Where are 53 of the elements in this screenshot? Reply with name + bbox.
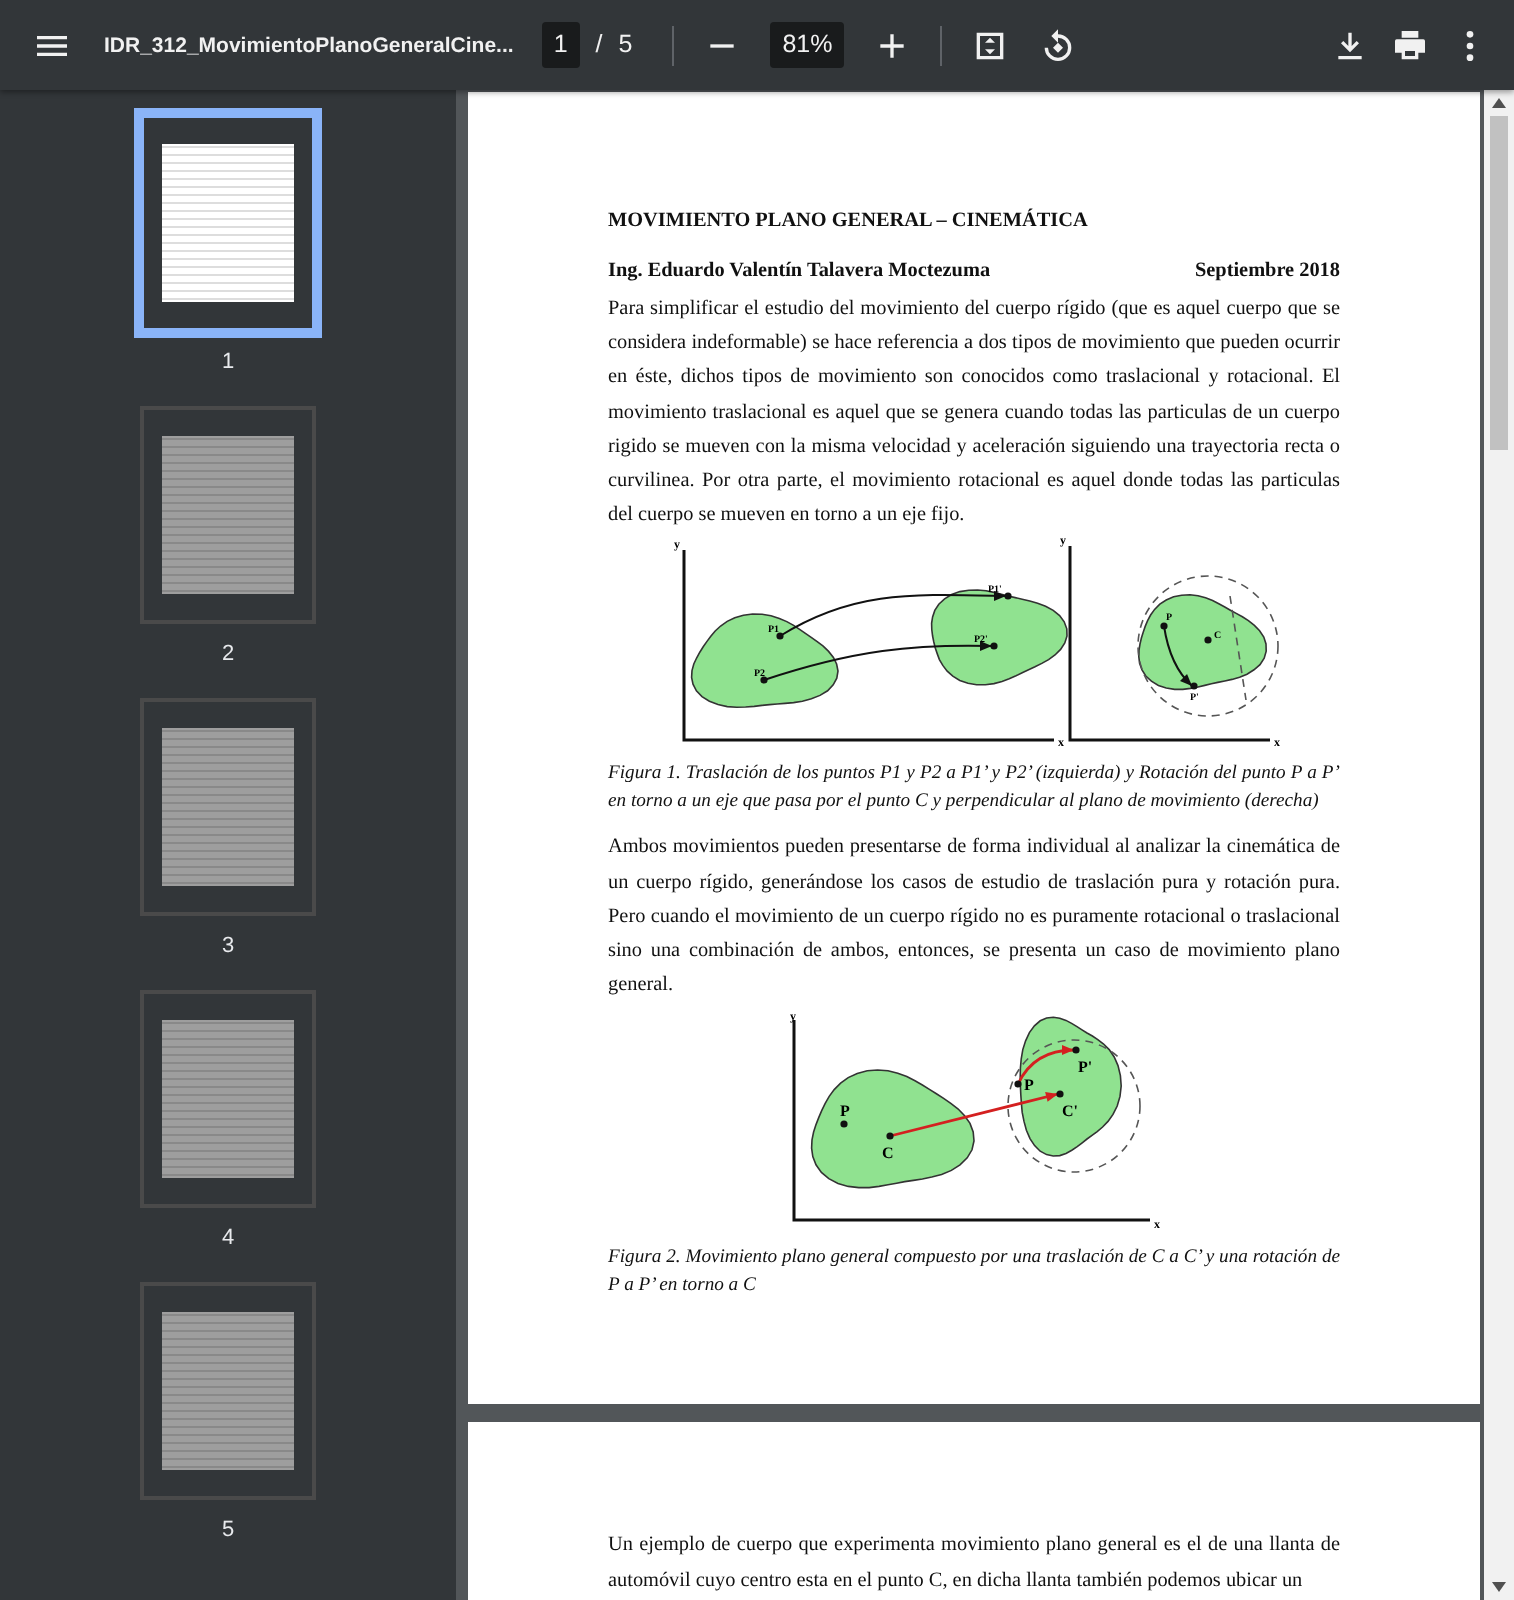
point-marker [1160,623,1168,631]
zoom-field[interactable]: 81% [770,22,845,68]
dashed-line [1229,596,1247,702]
point-marker [1014,1081,1022,1089]
paragraph: Para simplificar el estudio del movimiento del cuerpo rígido (que es aquel cuerpo que se considera indeformable) se hace referencia a dos tipos de movimiento que pueden ocurrir en éste, dichos tipos de movimiento son conocidos como traslacional y rotacional. El movimiento traslacional es aquel que se genera cuando todas las particulas de un cuerpo rigido se mueven con la misma velocidad y aceleración siguiendo una trayectoria recta o curvilinea. Por otra parte, el movimiento rotacional es aquel donde todas las particulas del cuerpo se mueven en torno a un eje fijo. [608,296,1340,531]
point-label: P' [1078,1058,1093,1077]
page-number-label: 5 [221,1516,235,1546]
point-marker [1056,1091,1064,1099]
page-number-label: 2 [221,640,235,670]
page-thumbnail[interactable] [142,992,314,1206]
scroll-down-icon[interactable] [1492,1582,1506,1592]
page-thumbnail[interactable] [142,408,314,622]
point-marker [776,633,784,641]
document-heading: MOVIMIENTO PLANO GENERAL – CINEMÁTICA [608,208,1090,236]
paragraph: Un ejemplo de cuerpo que experimenta movimiento plano general es el de una llanta de automóvil cuyo centro esta en el punto C, en dicha llanta también podemos ubicar un [608,1532,1340,1596]
scrollbar[interactable] [1484,90,1514,1600]
document-title: IDR_312_MovimientoPlanoGeneralCine... [104,31,514,59]
page-thumbnail[interactable] [142,700,314,914]
figure-caption: Figura 2. Movimiento plano general compuesto por una traslación de C a C’ y una rotación de P a P’ en torno a C [608,1244,1340,1299]
document-date: Septiembre 2018 [1194,258,1340,286]
point-marker [886,1133,894,1141]
rigid-body-shape [1019,1017,1122,1158]
point-marker [990,643,998,651]
point-label: C' [1062,1102,1078,1121]
page-thumbnail[interactable] [142,1284,314,1498]
page-count: 5 [618,28,633,63]
point-label: P [1024,1076,1034,1095]
point-marker [840,1121,848,1129]
figure-caption: Figura 1. Traslación de los puntos P1 y P2 a P1’ y P2’ (izquierda) y Rotación del punto P a P’ en torno a un eje que pasa por el punto C y perpendicular al plano de movimiento (derecha) [608,760,1340,815]
page-number-field[interactable]: 1 [541,22,580,68]
point-marker [760,677,768,685]
page-thumbnail[interactable] [142,116,314,330]
dashed-circle [1137,576,1279,718]
page-number-label: 1 [221,348,235,378]
point-label: C [882,1144,894,1163]
page-separator: / [595,28,603,63]
rigid-body-shape [930,590,1068,687]
paragraph: Ambos movimientos pueden presentarse de forma individual al analizar la cinemática de un cuerpo rígido, generándose los casos de estudio de traslación pura y rotación pura. Pero cuando el movimiento de un cuerpo rígido no es puramente rotacional o traslacional sino una combinación de ambos, entonces, se presenta un caso de movimiento plano general. [608,834,1340,1001]
dashed-circle [1007,1040,1141,1174]
point-marker [1204,637,1212,645]
point-marker [1072,1047,1080,1055]
page-number-label: 3 [221,932,235,962]
point-marker [1190,683,1198,691]
author-name: Ing. Eduardo Valentín Talavera Moctezuma [608,258,991,286]
scroll-up-icon[interactable] [1492,98,1506,108]
print-icon[interactable] [1390,25,1430,65]
page-number-label: 4 [221,1224,235,1254]
point-marker [1004,593,1012,601]
motion-arrow [1016,1045,1075,1086]
scrollbar-thumb[interactable] [1490,116,1508,450]
rigid-body-shape [1138,594,1267,692]
point-label: P [840,1102,850,1121]
motion-arrow [1163,625,1193,688]
